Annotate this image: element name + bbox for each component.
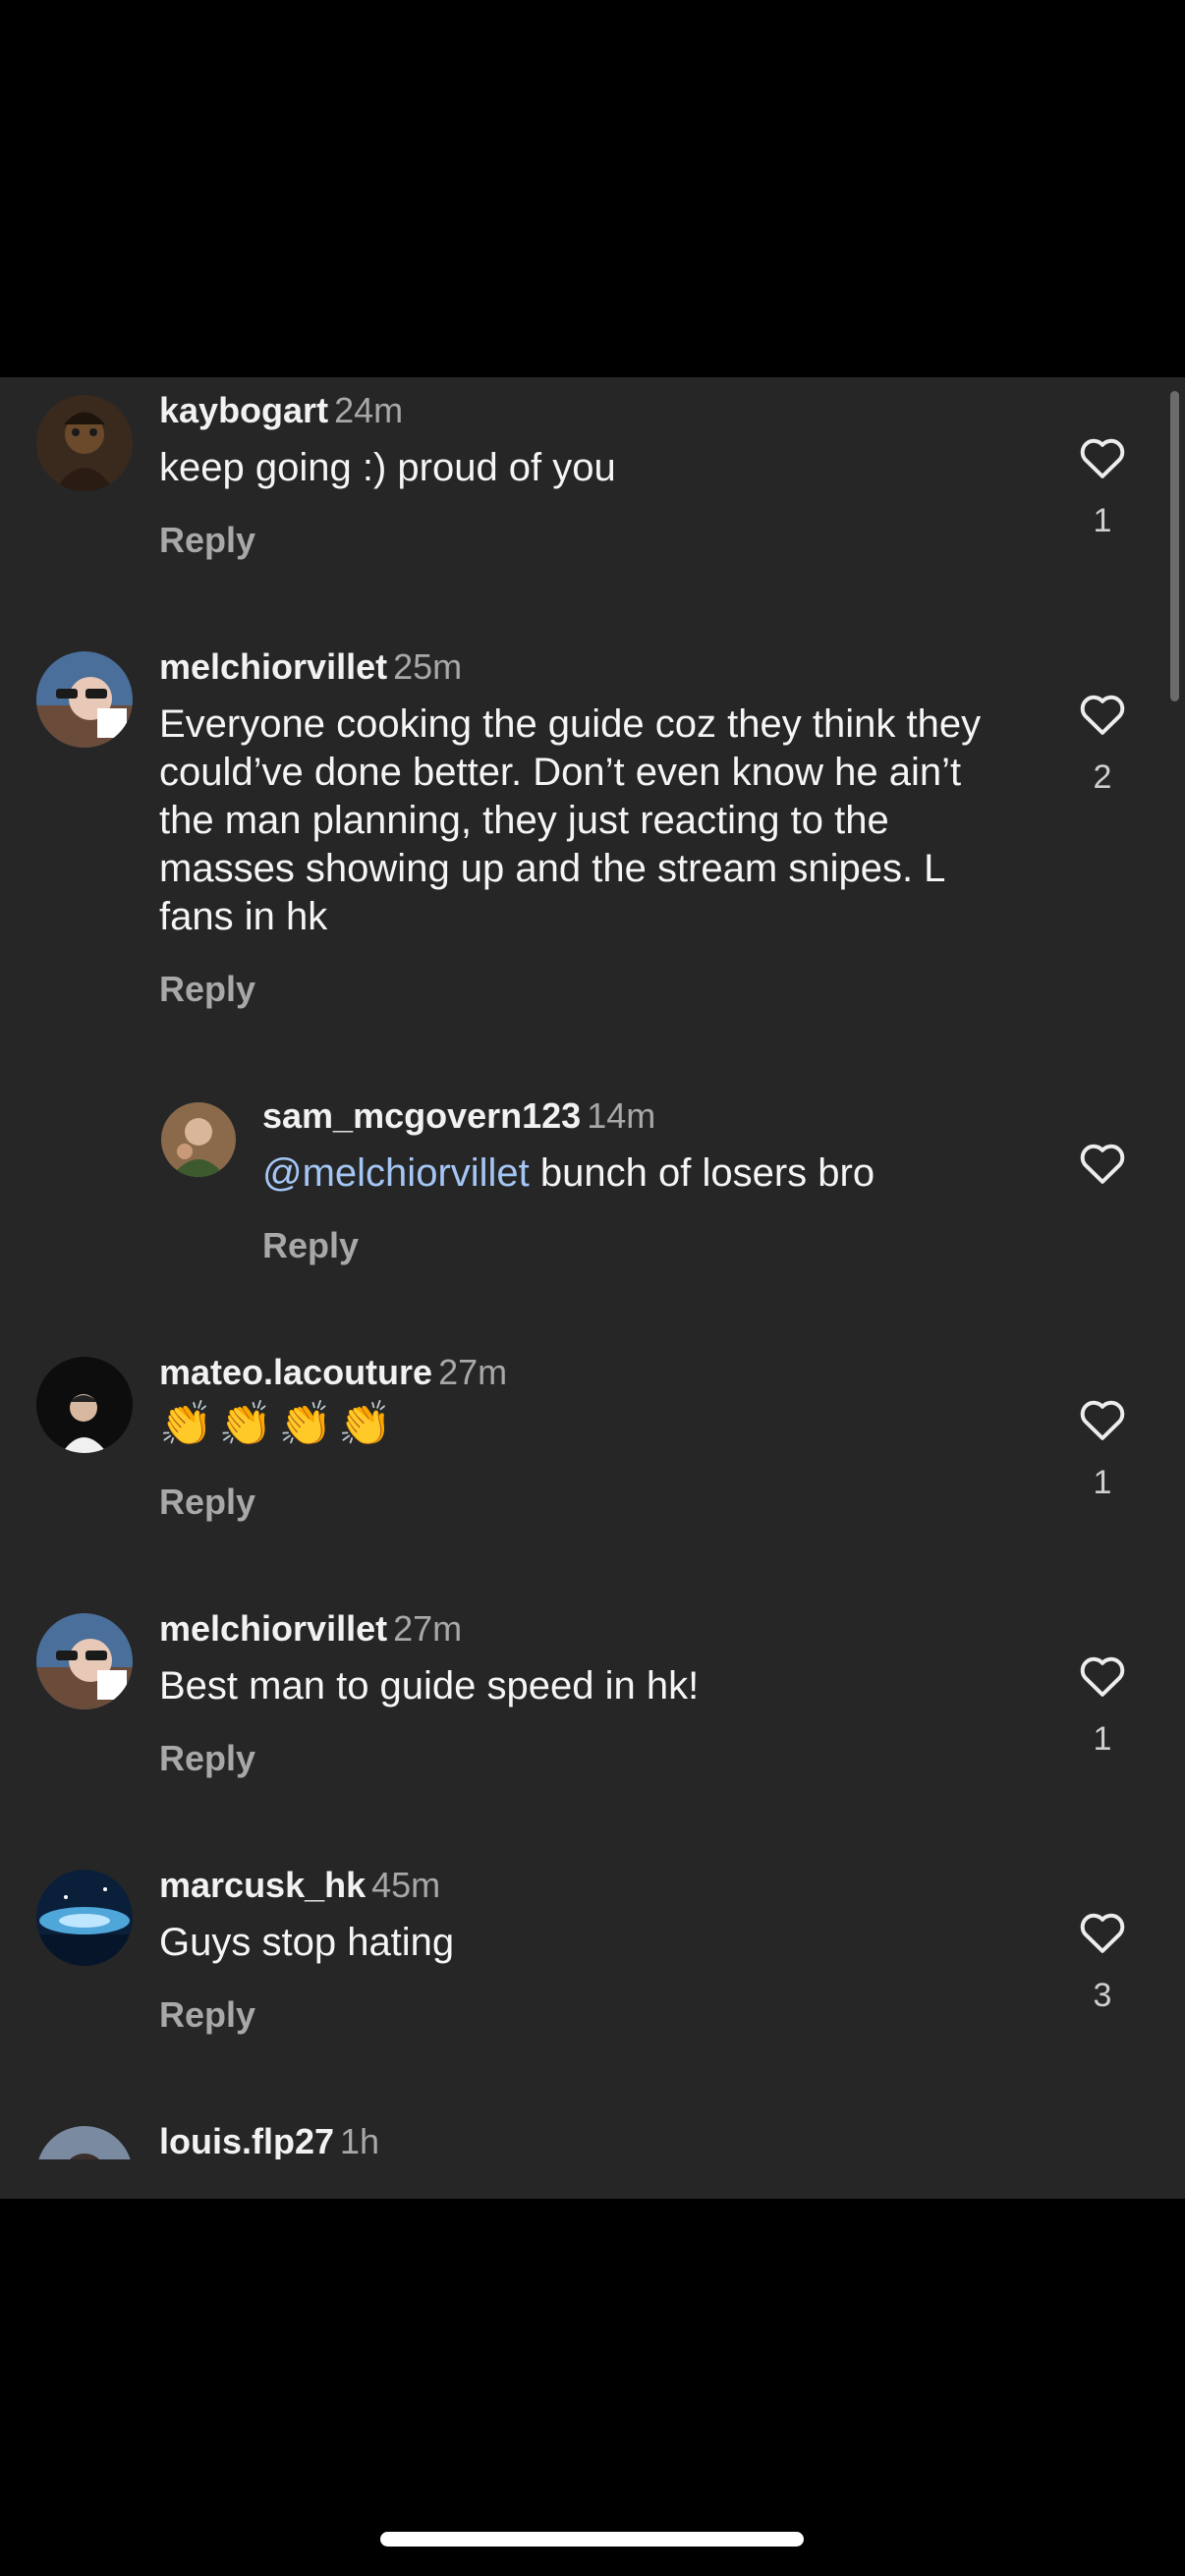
heart-outline-icon[interactable] (1077, 691, 1128, 736)
home-indicator[interactable] (380, 2532, 804, 2547)
scrollbar[interactable] (1170, 391, 1179, 701)
like-count: 3 (1093, 1977, 1112, 2014)
like-control: 2 (1067, 691, 1138, 797)
comment-meta: mateo.lacouture 27m (159, 1351, 507, 1394)
timestamp: 27m (393, 1608, 463, 1649)
like-control: 1 (1067, 1396, 1138, 1502)
timestamp: 27m (438, 1352, 508, 1392)
comment-meta: louis.flp27 1h (159, 2120, 379, 2159)
comment-body: bunch of losers bro (529, 1151, 875, 1195)
heart-outline-icon[interactable] (1077, 1140, 1128, 1185)
username[interactable]: melchiorvillet (159, 646, 387, 687)
comment-text: keep going :) proud of you (159, 446, 616, 489)
avatar[interactable] (36, 395, 133, 491)
reply-button[interactable]: Reply (262, 1224, 359, 1267)
timestamp: 25m (393, 646, 463, 687)
reply-button[interactable]: Reply (159, 968, 255, 1011)
username[interactable]: sam_mcgovern123 (262, 1095, 581, 1136)
comment-meta: melchiorvillet 27m (159, 1607, 462, 1651)
like-count: 1 (1093, 1720, 1112, 1758)
like-control: 1 (1067, 434, 1138, 540)
username[interactable]: louis.flp27 (159, 2121, 334, 2159)
like-control: 3 (1067, 1909, 1138, 2015)
reply-button[interactable]: Reply (159, 1993, 255, 2037)
comment-meta: melchiorvillet 25m (159, 645, 462, 689)
timestamp: 45m (371, 1865, 441, 1905)
heart-outline-icon[interactable] (1077, 1652, 1128, 1698)
comment-text: @melchiorvillet bunch of losers bro (262, 1149, 1048, 1198)
reply-button[interactable]: Reply (159, 1481, 255, 1524)
avatar[interactable] (36, 2126, 133, 2159)
reply-button[interactable]: Reply (159, 519, 255, 562)
heart-outline-icon[interactable] (1077, 1909, 1128, 1954)
username[interactable]: melchiorvillet (159, 1608, 387, 1649)
like-count: 1 (1093, 1464, 1112, 1501)
mention-link[interactable]: @melchiorvillet (262, 1151, 530, 1195)
timestamp: 1h (340, 2121, 380, 2159)
timestamp: 24m (334, 390, 404, 430)
comment-text: 👏👏👏👏 (159, 1400, 399, 1448)
username[interactable]: marcusk_hk (159, 1865, 366, 1905)
comment-meta: kaybogart 24m (159, 389, 403, 432)
avatar[interactable] (36, 651, 133, 748)
like-count: 1 (1093, 502, 1112, 539)
comment-meta: marcusk_hk 45m (159, 1864, 440, 1907)
avatar[interactable] (36, 1357, 133, 1453)
like-control (1067, 1140, 1138, 1185)
heart-outline-icon[interactable] (1077, 434, 1128, 479)
comment-text: Everyone cooking the guide coz they thin… (159, 702, 982, 938)
heart-outline-icon[interactable] (1077, 1396, 1128, 1441)
like-count: 2 (1093, 758, 1112, 796)
reply-button[interactable]: Reply (159, 1737, 255, 1780)
comment-text: Guys stop hating (159, 1921, 455, 1964)
timestamp: 14m (587, 1095, 656, 1136)
comments-sheet: kaybogart 24m keep going :) proud of you … (0, 377, 1185, 2199)
comments-list[interactable]: kaybogart 24m keep going :) proud of you … (0, 377, 1185, 2159)
comment-meta: sam_mcgovern123 14m (262, 1094, 655, 1138)
avatar[interactable] (36, 1613, 133, 1709)
avatar[interactable] (36, 1870, 133, 1966)
username[interactable]: kaybogart (159, 390, 328, 430)
like-control: 1 (1067, 1652, 1138, 1759)
comment-text: Best man to guide speed in hk! (159, 1664, 700, 1708)
username[interactable]: mateo.lacouture (159, 1352, 432, 1392)
avatar[interactable] (161, 1102, 236, 1177)
